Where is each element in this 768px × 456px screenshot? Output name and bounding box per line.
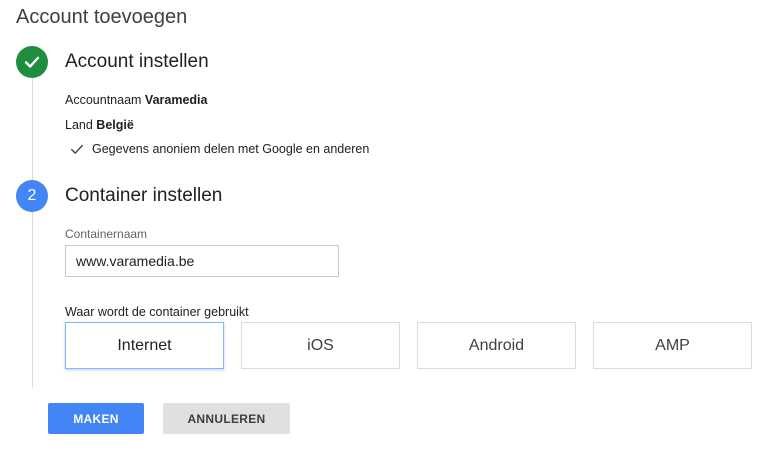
- country-value: België: [96, 118, 134, 132]
- platform-option-ios[interactable]: iOS: [241, 322, 400, 369]
- country-line: Land België: [65, 118, 134, 132]
- create-button[interactable]: MAKEN: [48, 403, 144, 434]
- step1-title: Account instellen: [65, 51, 209, 72]
- check-circle-icon: [24, 56, 40, 68]
- data-sharing-line: Gegevens anoniem delen met Google en and…: [70, 142, 369, 156]
- step2-title: Container instellen: [65, 185, 223, 206]
- platform-option-amp[interactable]: AMP: [593, 322, 752, 369]
- stepper-line: [32, 78, 33, 388]
- usage-label: Waar wordt de container gebruikt: [65, 305, 249, 319]
- platform-option-android[interactable]: Android: [417, 322, 576, 369]
- container-name-label: Containernaam: [65, 227, 148, 241]
- platform-option-internet[interactable]: Internet: [65, 322, 224, 369]
- check-icon: [71, 144, 83, 154]
- account-name-line: Accountnaam Varamedia: [65, 93, 207, 107]
- account-name-value: Varamedia: [144, 93, 208, 107]
- data-sharing-text: Gegevens anoniem delen met Google en and…: [92, 142, 370, 156]
- cancel-button[interactable]: ANNULEREN: [163, 403, 290, 434]
- step1-done-badge: [16, 46, 48, 78]
- country-label: Land: [65, 118, 93, 132]
- account-name-label: Accountnaam: [65, 93, 142, 107]
- page-title: Account toevoegen: [16, 6, 188, 28]
- container-name-input[interactable]: [65, 245, 339, 277]
- step2-badge: 2: [16, 180, 48, 212]
